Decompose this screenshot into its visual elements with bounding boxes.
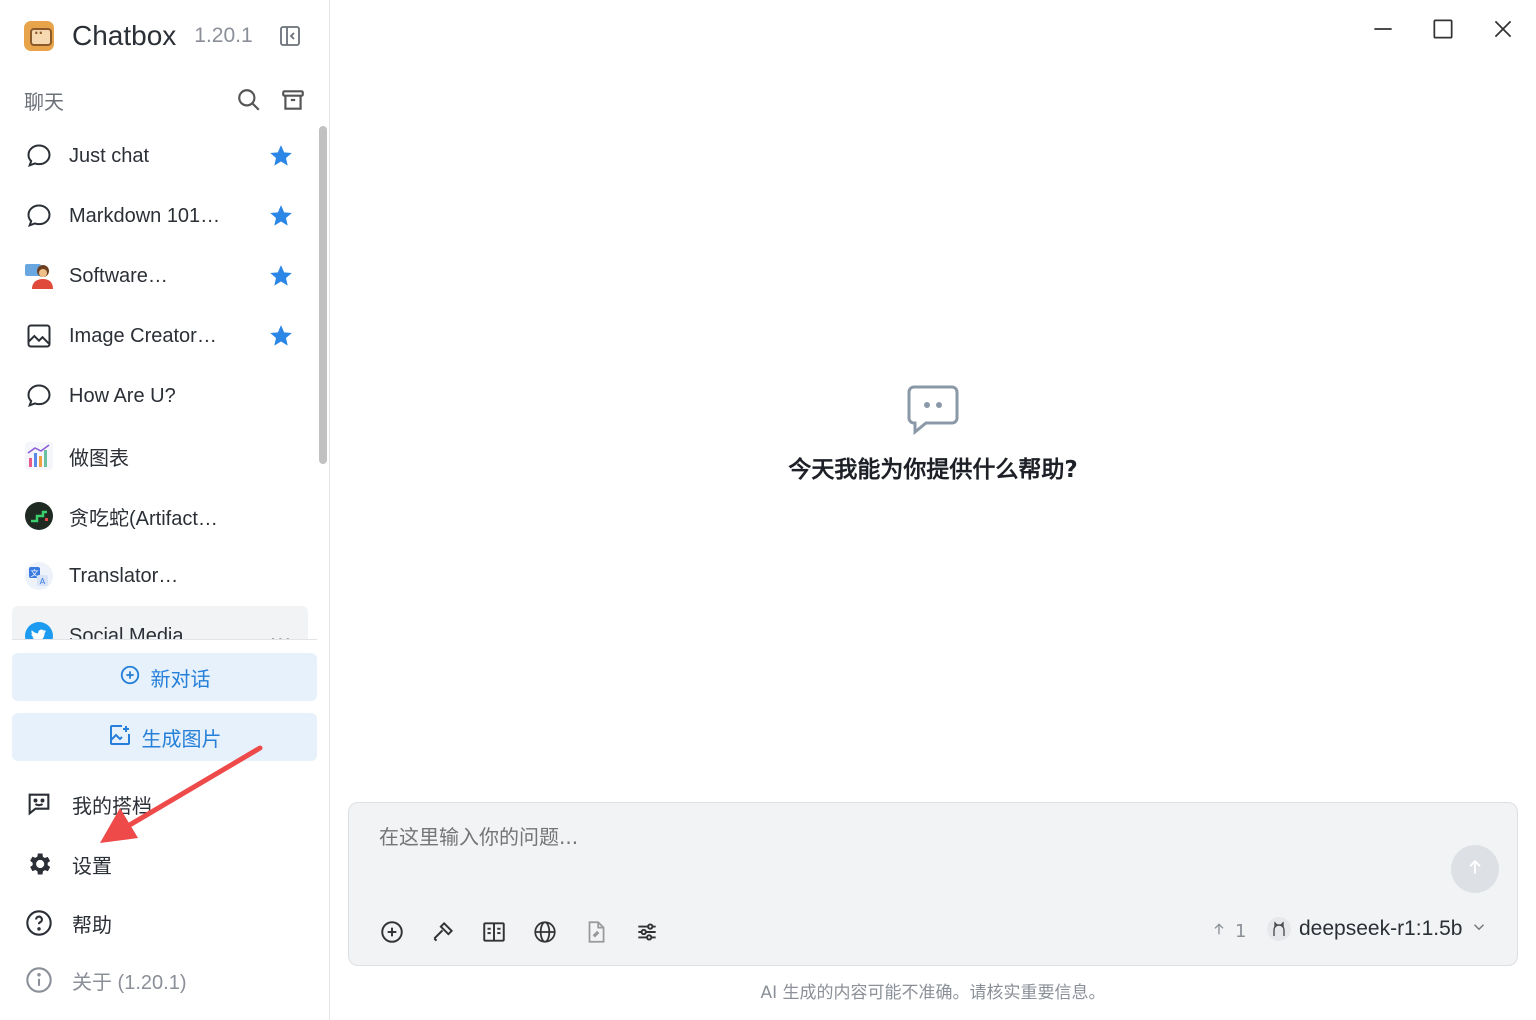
divider	[12, 639, 317, 640]
my-copilots-label: 我的搭档	[72, 795, 152, 818]
arrow-up-icon	[1465, 857, 1485, 881]
book-icon[interactable]	[481, 919, 507, 945]
close-icon[interactable]	[1490, 16, 1516, 42]
brand: Chatbox 1.20.1	[24, 18, 253, 54]
session-label: Markdown 101…	[69, 204, 221, 227]
arrow-up-small-icon	[1211, 921, 1227, 942]
context-count[interactable]: 1	[1211, 921, 1246, 942]
welcome-area: 今天我能为你提供什么帮助?	[330, 384, 1536, 484]
app-version: 1.20.1	[194, 24, 253, 47]
chatbox-window: Chatbox 1.20.1 聊天	[0, 0, 1536, 1020]
session-item[interactable]: Software…	[12, 246, 308, 306]
collapse-sidebar-icon[interactable]	[278, 24, 302, 48]
generate-image-button[interactable]: 生成图片	[12, 713, 317, 761]
session-item[interactable]: 文 A Translator…	[12, 546, 308, 606]
settings-label: 设置	[72, 855, 112, 878]
smile-chat-icon	[24, 789, 54, 819]
chat-dots-icon	[906, 384, 960, 436]
add-image-icon	[108, 723, 132, 752]
model-selector[interactable]: deepseek-r1:1.5b	[1267, 917, 1488, 941]
chat-bubble-icon	[24, 381, 54, 411]
session-label: Translator…	[69, 564, 179, 587]
search-icon[interactable]	[236, 87, 262, 113]
session-item[interactable]: 贪吃蛇(Artifact…	[12, 486, 308, 546]
context-count-value: 1	[1235, 921, 1247, 942]
about-nav[interactable]: 关于 (1.20.1)	[24, 960, 314, 1000]
new-chat-label: 新对话	[150, 666, 211, 691]
help-nav[interactable]: 帮助	[24, 903, 314, 943]
settings-nav[interactable]: 设置	[24, 844, 314, 884]
window-controls	[1370, 16, 1516, 42]
new-chat-button[interactable]: 新对话	[12, 653, 317, 701]
star-icon[interactable]	[268, 323, 294, 349]
session-item[interactable]: How Are U?	[12, 366, 308, 426]
translate-avatar-icon: 文 A	[24, 561, 54, 591]
help-label: 帮助	[72, 914, 112, 937]
sidebar-scrollbar[interactable]	[319, 126, 327, 464]
app-name: Chatbox	[72, 20, 177, 51]
session-label: How Are U?	[69, 384, 176, 407]
session-item[interactable]: 做图表	[12, 426, 308, 486]
session-item[interactable]: Social Media… ···	[12, 606, 308, 640]
archive-icon[interactable]	[280, 87, 306, 113]
minimize-icon[interactable]	[1370, 16, 1396, 42]
session-label: Software…	[69, 264, 168, 287]
session-label: 做图表	[69, 447, 129, 470]
twitter-avatar-icon	[24, 621, 54, 640]
developer-avatar-icon	[24, 261, 54, 291]
message-composer: 1 deepseek-r1:1.5b	[348, 802, 1518, 966]
composer-toolbar	[379, 919, 660, 945]
star-icon[interactable]	[268, 143, 294, 169]
session-list: Just chat Markdown 101… Software… Image …	[12, 126, 308, 640]
my-copilots-nav[interactable]: 我的搭档	[24, 784, 314, 824]
snake-avatar-icon	[24, 501, 54, 531]
session-label: 贪吃蛇(Artifact…	[69, 507, 218, 530]
section-title: 聊天	[24, 89, 64, 114]
session-item[interactable]: Image Creator…	[12, 306, 308, 366]
chatbox-logo-icon	[24, 21, 54, 51]
generate-image-label: 生成图片	[141, 726, 222, 751]
about-label: 关于 (1.20.1)	[72, 971, 187, 994]
chart-avatar-icon	[24, 441, 54, 471]
attach-plus-icon[interactable]	[379, 919, 405, 945]
chat-bubble-icon	[24, 141, 54, 171]
model-name: deepseek-r1:1.5b	[1299, 917, 1463, 940]
session-item[interactable]: Markdown 101…	[12, 186, 308, 246]
message-input[interactable]	[379, 825, 1419, 849]
sliders-settings-icon[interactable]	[634, 919, 660, 945]
web-globe-icon[interactable]	[532, 919, 558, 945]
chat-bubble-icon	[24, 201, 54, 231]
star-icon[interactable]	[268, 263, 294, 289]
welcome-heading: 今天我能为你提供什么帮助?	[788, 457, 1078, 483]
add-circle-icon	[119, 664, 141, 691]
gear-icon	[24, 849, 54, 879]
star-icon[interactable]	[268, 203, 294, 229]
chevron-down-icon	[1470, 918, 1488, 940]
send-button[interactable]	[1451, 845, 1499, 893]
chat-section-header: 聊天	[24, 84, 306, 116]
ollama-llama-icon	[1267, 917, 1291, 941]
svg-text:A: A	[40, 577, 46, 586]
ai-disclaimer: AI 生成的内容可能不准确。请核实重要信息。	[760, 983, 1106, 1003]
help-circle-icon	[24, 908, 54, 938]
file-attach-icon[interactable]	[583, 919, 609, 945]
session-item[interactable]: Just chat	[12, 126, 308, 186]
sidebar: Chatbox 1.20.1 聊天	[0, 0, 330, 1020]
maximize-icon[interactable]	[1430, 16, 1456, 42]
info-circle-icon	[24, 965, 54, 995]
hammer-icon[interactable]	[430, 919, 456, 945]
session-label: Image Creator…	[69, 324, 217, 347]
session-label: Social Media…	[69, 624, 204, 641]
image-icon	[24, 321, 54, 351]
session-label: Just chat	[69, 144, 150, 167]
